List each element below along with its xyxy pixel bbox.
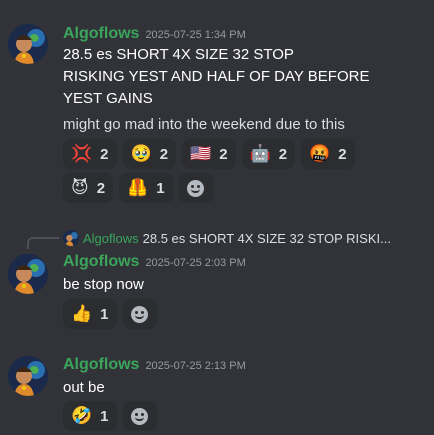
avatar-image — [8, 356, 48, 396]
anger-icon: 💢 — [71, 143, 93, 164]
holding-back-tears-icon: 🥹 — [130, 143, 152, 164]
reaction-anger[interactable]: 💢 2 — [63, 139, 117, 169]
us-flag-icon: 🇺🇸 — [190, 143, 212, 164]
reaction-count: 2 — [219, 145, 228, 163]
message-line: out be — [63, 379, 105, 396]
avatar[interactable] — [8, 24, 48, 64]
reaction-cursing-face[interactable]: 🤬 2 — [301, 139, 355, 169]
avatar[interactable] — [8, 254, 48, 294]
smiley-icon — [187, 179, 205, 197]
message-line: 28.5 es SHORT 4X SIZE 32 STOP — [63, 46, 294, 63]
reaction-count: 2 — [96, 179, 106, 197]
robot-icon: 🤖 — [249, 143, 271, 164]
message-line: might go mad into the weekend due to thi… — [63, 116, 345, 133]
message-header: Algoflows 2025-07-25 2:03 PM — [63, 253, 246, 271]
reaction-rolling-laughing[interactable]: 🤣 1 — [63, 401, 117, 431]
reaction-holding-back-tears[interactable]: 🥹 2 — [122, 139, 177, 169]
author-name[interactable]: Algoflows — [63, 25, 139, 42]
reply-avatar — [63, 230, 79, 246]
rolling-laughing-icon: 🤣 — [71, 405, 93, 426]
cursing-face-icon: 🤬 — [309, 143, 331, 164]
timestamp[interactable]: 2025-07-25 2:03 PM — [145, 257, 245, 269]
smiling-devil-icon: 😈 — [71, 177, 89, 198]
reply-connector — [27, 237, 59, 249]
message-line: YEST GAINS — [63, 90, 153, 107]
reaction-safety-vest[interactable]: 🦺 1 — [119, 173, 173, 203]
reaction-us-flag[interactable]: 🇺🇸 2 — [182, 139, 236, 169]
timestamp[interactable]: 2025-07-25 2:13 PM — [145, 360, 245, 372]
reaction-row: 💢 2 🥹 2 🇺🇸 2 🤖 2 🤬 2 — [63, 139, 355, 169]
reaction-count: 1 — [100, 407, 109, 425]
reply-preview: 28.5 es SHORT 4X SIZE 32 STOP RISKI... — [142, 230, 391, 246]
reaction-count: 2 — [159, 145, 169, 163]
timestamp[interactable]: 2025-07-25 1:34 PM — [145, 29, 245, 41]
avatar[interactable] — [8, 356, 48, 396]
smiley-icon — [131, 407, 149, 425]
thumbs-up-icon: 👍 — [71, 303, 93, 324]
reaction-count: 1 — [100, 305, 109, 323]
reply-author: Algoflows — [83, 230, 139, 246]
add-reaction-button[interactable] — [122, 401, 157, 431]
reaction-row: 😈 2 🦺 1 — [63, 173, 213, 203]
reaction-count: 2 — [338, 145, 347, 163]
message-line: be stop now — [63, 276, 144, 293]
avatar-image — [8, 254, 48, 294]
smiley-icon — [131, 305, 149, 323]
reaction-robot[interactable]: 🤖 2 — [241, 139, 296, 169]
avatar-image — [8, 24, 48, 64]
reply-reference[interactable]: Algoflows 28.5 es SHORT 4X SIZE 32 STOP … — [63, 230, 391, 246]
safety-vest-icon: 🦺 — [127, 177, 149, 198]
add-reaction-button[interactable] — [122, 299, 157, 329]
add-reaction-button[interactable] — [178, 173, 213, 203]
reaction-smiling-devil[interactable]: 😈 2 — [63, 173, 114, 203]
reaction-thumbs-up[interactable]: 👍 1 — [63, 299, 117, 329]
message-header: Algoflows 2025-07-25 1:34 PM — [63, 25, 246, 43]
reaction-row: 👍 1 — [63, 299, 157, 329]
reaction-count: 2 — [100, 145, 109, 163]
message-line: RISKING YEST AND HALF OF DAY BEFORE — [63, 68, 370, 85]
author-name[interactable]: Algoflows — [63, 356, 139, 373]
message-header: Algoflows 2025-07-25 2:13 PM — [63, 356, 246, 374]
reaction-row: 🤣 1 — [63, 401, 157, 431]
reaction-count: 2 — [278, 145, 288, 163]
reaction-count: 1 — [156, 179, 165, 197]
author-name[interactable]: Algoflows — [63, 253, 139, 270]
